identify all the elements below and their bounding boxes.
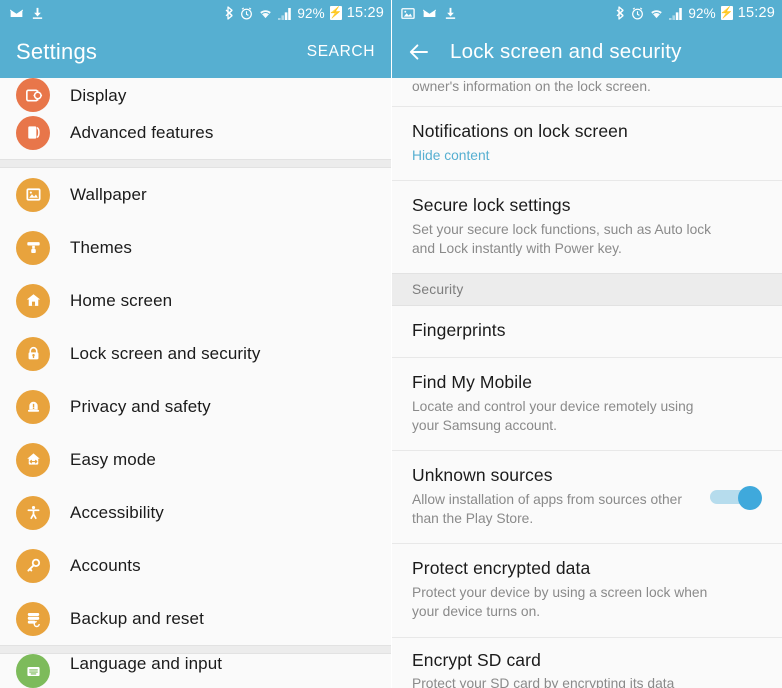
list-item-unknown-sources[interactable]: Unknown sources Allow installation of ap… <box>392 451 782 545</box>
dual-screenshot: 92% ⚡ 15:29 Settings SEARCH Display Adva… <box>0 0 782 688</box>
status-notification-icons <box>9 7 44 20</box>
page-title: Lock screen and security <box>450 40 682 63</box>
accessibility-icon <box>16 495 50 530</box>
status-system-icons: 92% ⚡ 15:29 <box>616 5 775 21</box>
image-icon <box>401 7 415 19</box>
item-title: Unknown sources <box>412 465 553 486</box>
language-input-icon <box>16 654 50 688</box>
item-subtitle: Protect your SD card by encrypting its d… <box>412 676 675 688</box>
back-arrow-icon[interactable] <box>406 39 432 65</box>
item-subtitle: Locate and control your device remotely … <box>412 399 694 433</box>
sidebar-item-label: Backup and reset <box>70 608 204 628</box>
sidebar-item-accessibility[interactable]: Accessibility <box>0 486 391 539</box>
sidebar-item-label: Advanced features <box>70 122 214 142</box>
unknown-sources-toggle[interactable] <box>710 485 762 510</box>
charging-bolt-icon: ⚡ <box>719 6 734 20</box>
sidebar-item-home-screen[interactable]: Home screen <box>0 274 391 327</box>
item-title: Secure lock settings <box>412 195 571 216</box>
bluetooth-icon <box>616 6 625 20</box>
sidebar-item-label: Accessibility <box>70 502 164 522</box>
list-item-protect-encrypted-data[interactable]: Protect encrypted data Protect your devi… <box>392 544 782 638</box>
wifi-icon <box>651 8 663 18</box>
battery-percent: 92% <box>297 5 325 21</box>
sidebar-item-advanced-features[interactable]: Advanced features <box>0 106 391 159</box>
sidebar-item-wallpaper[interactable]: Wallpaper <box>0 168 391 221</box>
status-system-icons: 92% ⚡ 15:29 <box>225 5 384 21</box>
accounts-key-icon <box>16 548 50 583</box>
sidebar-item-label: Privacy and safety <box>70 396 211 416</box>
item-title: Protect encrypted data <box>412 558 591 579</box>
sidebar-item-label: Display <box>70 86 127 105</box>
sidebar-item-label: Easy mode <box>70 449 156 469</box>
sidebar-item-lock-screen-and-security[interactable]: Lock screen and security <box>0 327 391 380</box>
sidebar-item-themes[interactable]: Themes <box>0 221 391 274</box>
item-title: Notifications on lock screen <box>412 120 628 141</box>
partial-item-owner-info-text[interactable]: owner's information on the lock screen. <box>392 78 782 107</box>
status-bar-left: 92% ⚡ 15:29 <box>0 0 391 26</box>
sidebar-item-label: Home screen <box>70 290 173 310</box>
item-text-block: Unknown sources Allow installation of ap… <box>412 465 700 528</box>
sidebar-item-backup-and-reset[interactable]: Backup and reset <box>0 592 391 645</box>
sidebar-item-label: Language and input <box>70 654 223 673</box>
signal-icon <box>278 7 292 20</box>
sidebar-item-label: Themes <box>70 237 133 257</box>
clock: 15:29 <box>346 5 384 21</box>
settings-screen: 92% ⚡ 15:29 Settings SEARCH Display Adva… <box>0 0 391 688</box>
alarm-icon <box>241 6 253 19</box>
sidebar-item-label: Accounts <box>70 555 141 575</box>
home-screen-icon <box>16 283 50 318</box>
themes-icon <box>16 230 50 265</box>
section-divider <box>0 159 391 168</box>
page-title: Settings <box>16 39 98 64</box>
list-item-encrypt-sd-card[interactable]: Encrypt SD card Protect your SD card by … <box>392 637 782 688</box>
sidebar-item-language-and-input[interactable]: Language and input <box>0 654 391 688</box>
list-item-fingerprints[interactable]: Fingerprints <box>392 306 782 359</box>
clock: 15:29 <box>737 5 775 21</box>
sidebar-item-accounts[interactable]: Accounts <box>0 539 391 592</box>
bluetooth-icon <box>225 6 234 20</box>
item-subtitle: Protect your device by using a screen lo… <box>412 585 708 619</box>
envelope-icon <box>9 8 24 18</box>
lock-icon <box>16 336 50 371</box>
wallpaper-icon <box>16 177 50 212</box>
download-icon <box>32 7 43 19</box>
settings-list[interactable]: Display Advanced features Wallpaper Them… <box>0 78 391 688</box>
item-subtitle: Set your secure lock functions, such as … <box>412 222 712 256</box>
sidebar-item-label: Wallpaper <box>70 184 147 204</box>
sidebar-item-privacy-and-safety[interactable]: Privacy and safety <box>0 380 391 433</box>
item-subtitle: Hide content <box>412 147 490 163</box>
battery-percent: 92% <box>688 5 716 21</box>
envelope-icon <box>422 8 437 18</box>
item-title: Find My Mobile <box>412 372 533 393</box>
easy-mode-icon <box>16 442 50 477</box>
sidebar-item-label: Lock screen and security <box>70 343 261 363</box>
sidebar-item-display[interactable]: Display <box>0 78 391 112</box>
list-item-find-my-mobile[interactable]: Find My Mobile Locate and control your d… <box>392 358 782 452</box>
list-item-notifications-on-lock-screen[interactable]: Notifications on lock screen Hide conten… <box>392 106 782 182</box>
item-subtitle: Allow installation of apps from sources … <box>412 492 682 526</box>
privacy-icon <box>16 389 50 424</box>
status-notification-icons <box>401 7 457 20</box>
lock-screen-security-screen: 92% ⚡ 15:29 Lock screen and security own… <box>391 0 782 688</box>
wifi-icon <box>260 8 272 18</box>
section-divider <box>0 645 391 654</box>
download-icon <box>445 7 456 19</box>
section-header-security: Security <box>392 273 782 307</box>
item-title: Fingerprints <box>412 320 506 341</box>
backup-reset-icon <box>16 601 50 636</box>
item-title: Encrypt SD card <box>412 649 541 670</box>
toggle-thumb <box>738 485 762 510</box>
display-icon <box>16 78 50 112</box>
advanced-features-icon <box>16 115 50 150</box>
detail-app-bar: Lock screen and security <box>392 26 782 78</box>
alarm-icon <box>632 6 644 19</box>
security-settings-list[interactable]: owner's information on the lock screen. … <box>392 78 782 688</box>
search-button[interactable]: SEARCH <box>307 43 375 61</box>
status-bar-right: 92% ⚡ 15:29 <box>392 0 782 26</box>
sidebar-item-easy-mode[interactable]: Easy mode <box>0 433 391 486</box>
charging-bolt-icon: ⚡ <box>328 6 343 20</box>
settings-app-bar: Settings SEARCH <box>0 26 391 78</box>
list-item-secure-lock-settings[interactable]: Secure lock settings Set your secure loc… <box>392 181 782 274</box>
signal-icon <box>669 7 683 20</box>
